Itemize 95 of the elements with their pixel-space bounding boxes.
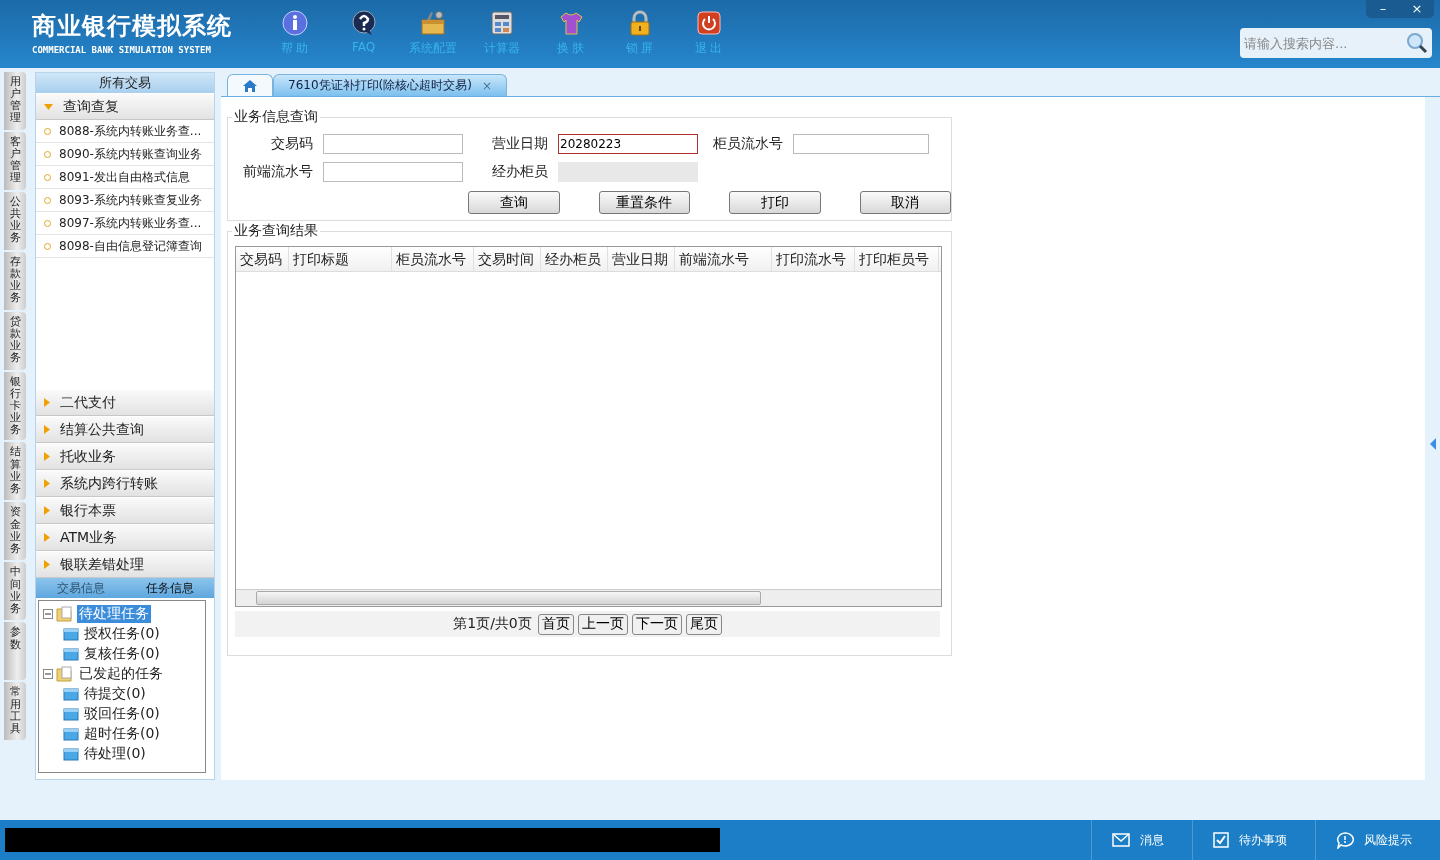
toolbox-icon [418, 10, 447, 36]
tree-item[interactable]: 待提交(0) [82, 685, 148, 703]
folder-icon [63, 647, 79, 661]
menu-item[interactable]: 8088-系统内转账业务查... [36, 120, 214, 143]
search-field[interactable]: 请输入搜索内容... [1240, 28, 1432, 58]
menu-group[interactable]: 查询查复 [36, 93, 214, 120]
tree-item[interactable]: 已发起的任务 [77, 665, 165, 683]
input-field[interactable] [323, 134, 463, 154]
side-tab[interactable]: 银行卡业务 [4, 372, 26, 441]
pager-button[interactable]: 下一页 [631, 613, 682, 635]
pager-button[interactable]: 尾页 [685, 613, 722, 635]
side-tab[interactable]: 资金业务 [4, 502, 26, 561]
section-title: 业务查询结果 [232, 222, 320, 240]
side-tab[interactable]: 存款业务 [4, 252, 26, 310]
action-button[interactable]: 打印 [729, 191, 821, 214]
collapse-icon[interactable] [43, 609, 53, 619]
column-header[interactable]: 打印流水号 [772, 247, 855, 271]
side-tab[interactable]: 公共业务 [4, 192, 26, 250]
close-button[interactable]: × [1400, 0, 1434, 18]
section-title: 业务信息查询 [232, 108, 320, 126]
folder-icon [63, 747, 79, 761]
menu-group[interactable]: 托收业务 [36, 443, 214, 470]
home-tab[interactable] [227, 74, 273, 96]
app-subtitle: COMMERCIAL BANK SIMULATION SYSTEM [32, 45, 212, 55]
menu-group[interactable]: ATM业务 [36, 524, 214, 551]
input-field[interactable] [793, 134, 929, 154]
column-header[interactable]: 经办柜员 [541, 247, 608, 271]
info-icon [280, 10, 309, 36]
collapse-icon[interactable] [43, 669, 53, 679]
column-header[interactable]: 交易码 [236, 247, 289, 271]
panel-tab[interactable]: 交易信息 [36, 578, 125, 598]
field-label: 柜员流水号 [712, 135, 784, 153]
status-button[interactable]: 风险提示 [1315, 820, 1440, 860]
folder-icon [63, 707, 79, 721]
side-tab[interactable]: 常用工具 [4, 682, 26, 741]
side-tab[interactable]: 用户管理 [4, 72, 26, 130]
home-icon [242, 78, 258, 93]
side-tab[interactable]: 中间业务 [4, 562, 26, 621]
menu-item[interactable]: 8097-系统内转账业务查... [36, 212, 214, 235]
menu-group[interactable]: 二代支付 [36, 389, 214, 416]
checkbox-icon [1213, 832, 1229, 848]
column-header[interactable]: 打印柜员号 [855, 247, 939, 271]
side-tab[interactable]: 参数 [4, 622, 26, 681]
action-button[interactable]: 重置条件 [598, 191, 690, 214]
pager-button[interactable]: 首页 [537, 613, 574, 635]
page-tab[interactable]: 7610凭证补打印(除核心超时交易) × [273, 74, 507, 96]
menu-group[interactable]: 系统内跨行转账 [36, 470, 214, 497]
tree-item[interactable]: 复核任务(0) [82, 645, 162, 663]
column-header[interactable]: 营业日期 [608, 247, 675, 271]
folder-icon [63, 727, 79, 741]
envelope-icon [1112, 833, 1130, 847]
status-button[interactable]: 待办事项 [1192, 820, 1315, 860]
field-label: 营业日期 [491, 135, 549, 153]
tree-item[interactable]: 授权任务(0) [82, 625, 162, 643]
search-icon[interactable] [1406, 32, 1428, 54]
column-header[interactable]: 前端流水号 [675, 247, 772, 271]
page-info: 第1页/共0页 [453, 615, 532, 633]
action-button[interactable]: 取消 [859, 191, 951, 214]
folder-icon [56, 666, 74, 682]
speech-bubble-icon [1336, 831, 1354, 849]
column-header[interactable]: 打印标题 [289, 247, 392, 271]
power-icon [694, 10, 723, 36]
side-tab[interactable]: 客户管理 [4, 132, 26, 190]
menu-item[interactable]: 8098-自由信息登记簿查询 [36, 235, 214, 258]
collapse-handle-icon[interactable] [1430, 438, 1436, 450]
minimize-button[interactable]: – [1366, 0, 1400, 18]
panel-tab[interactable]: 任务信息 [125, 578, 214, 598]
field-label: 前端流水号 [242, 163, 314, 181]
field-label: 交易码 [270, 135, 314, 153]
status-button[interactable]: 消息 [1091, 820, 1192, 860]
pager-button[interactable]: 上一页 [577, 613, 628, 635]
input-field[interactable]: 20280223 [558, 134, 698, 154]
input-field[interactable] [323, 162, 463, 182]
folder-icon [56, 606, 74, 622]
tree-item[interactable]: 超时任务(0) [82, 725, 162, 743]
sidebar-title: 所有交易 [36, 73, 214, 93]
menu-group[interactable]: 银联差错处理 [36, 551, 214, 578]
column-header[interactable]: 交易时间 [474, 247, 541, 271]
menu-item[interactable]: 8091-发出自由格式信息 [36, 166, 214, 189]
app-title: 商业银行模拟系统 [32, 11, 233, 42]
menu-group[interactable]: 结算公共查询 [36, 416, 214, 443]
menu-item[interactable]: 8093-系统内转账查复业务 [36, 189, 214, 212]
horizontal-scrollbar[interactable] [236, 589, 941, 606]
tree-item[interactable]: 待处理(0) [82, 745, 148, 763]
menu-group[interactable]: 银行本票 [36, 497, 214, 524]
menu-item[interactable]: 8090-系统内转账查询业务 [36, 143, 214, 166]
help-icon [349, 10, 378, 36]
column-header[interactable]: 柜员流水号 [392, 247, 474, 271]
side-tab[interactable]: 贷款业务 [4, 312, 26, 370]
field-label: 经办柜员 [491, 163, 549, 181]
tree-item[interactable]: 驳回任务(0) [82, 705, 162, 723]
folder-icon [63, 627, 79, 641]
side-tab[interactable]: 结算业务 [4, 442, 26, 501]
folder-icon [63, 687, 79, 701]
action-button[interactable]: 查询 [468, 191, 560, 214]
